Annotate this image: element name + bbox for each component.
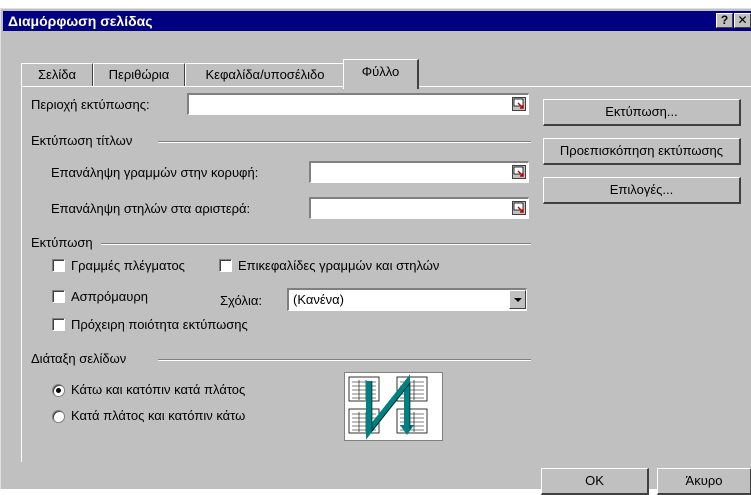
ok-button[interactable]: OK bbox=[541, 468, 649, 495]
title-bar[interactable]: Διαμόρφωση σελίδας ? ✕ bbox=[3, 11, 751, 31]
cancel-button[interactable]: Άκυρο bbox=[657, 468, 751, 495]
tab-sheet[interactable]: Φύλλο bbox=[343, 59, 419, 89]
help-button[interactable]: ? bbox=[716, 13, 733, 28]
dialog-title: Διαμόρφωση σελίδας bbox=[8, 13, 153, 29]
close-button[interactable]: ✕ bbox=[734, 13, 751, 28]
tab-page[interactable]: Σελίδα bbox=[21, 63, 93, 87]
tab-header-footer[interactable]: Κεφαλίδα/υποσέλιδο bbox=[185, 63, 345, 87]
page-setup-dialog: Διαμόρφωση σελίδας ? ✕ Σελίδα Περιθώρια … bbox=[0, 8, 751, 495]
tab-margins[interactable]: Περιθώρια bbox=[93, 63, 185, 87]
sheet-panel bbox=[21, 86, 751, 462]
